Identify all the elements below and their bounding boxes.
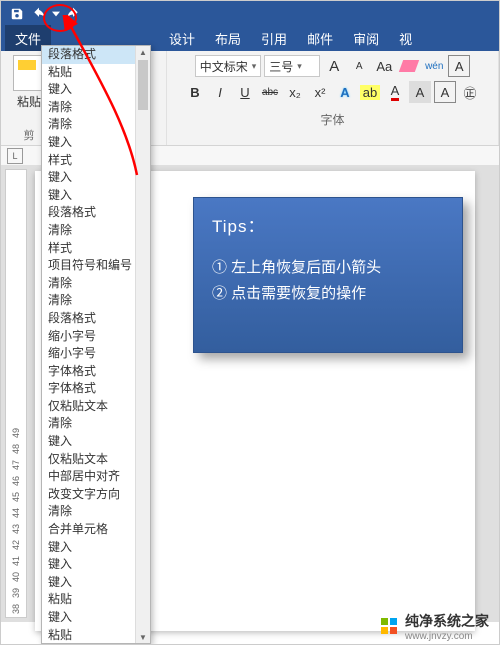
undo-history-item[interactable]: 粘贴 [42,64,135,82]
undo-history-item[interactable]: 清除 [42,275,135,293]
undo-history-item[interactable]: 段落格式 [42,46,135,64]
watermark: 纯净系统之家 www.jnvzy.com [381,611,489,642]
undo-history-item[interactable]: 粘贴 [42,591,135,609]
shrink-font-button[interactable]: A [348,55,370,77]
undo-history-item[interactable]: 样式 [42,152,135,170]
undo-history-item[interactable]: 键入 [42,187,135,205]
dropdown-scrollbar[interactable]: ▲ ▼ [135,46,150,643]
undo-history-item[interactable]: 缩小字号 [42,328,135,346]
change-case-button[interactable]: Aa [373,55,395,77]
tab-layout[interactable]: 布局 [205,25,251,51]
strike-button[interactable]: abc [259,81,281,103]
tips-title: Tips： [212,212,444,237]
tab-view[interactable]: 视 [389,25,422,51]
ruler-tick: 44 [11,508,21,518]
tab-design[interactable]: 设计 [159,25,205,51]
tips-line-1: ① 左上角恢复后面小箭头 [212,255,444,281]
ruler-tick: 40 [11,572,21,582]
undo-history-item[interactable]: 字体格式 [42,363,135,381]
underline-button[interactable]: U [234,81,256,103]
superscript-button[interactable]: x² [309,81,331,103]
quick-access-toolbar [1,1,499,27]
char-border2-button[interactable]: A [434,81,456,103]
undo-history-item[interactable]: 清除 [42,292,135,310]
italic-button[interactable]: I [209,81,231,103]
phonetic-guide-button[interactable]: wén [423,55,445,77]
font-group-label: 字体 [320,111,344,128]
undo-dropdown-arrow[interactable] [51,4,61,24]
grow-font-button[interactable]: A [323,55,345,77]
undo-split-button[interactable] [29,4,49,24]
undo-history-item[interactable]: 中部居中对齐 [42,468,135,486]
undo-history-item[interactable]: 合并单元格 [42,521,135,539]
redo-button[interactable] [63,4,83,24]
undo-history-item[interactable]: 粘贴 [42,627,135,643]
text-effects-button[interactable]: A [334,81,356,103]
ruler-tick: 39 [11,588,21,598]
undo-history-item[interactable]: 清除 [42,116,135,134]
eraser-icon [399,60,419,72]
undo-history-item[interactable]: 清除 [42,503,135,521]
undo-history-item[interactable]: 键入 [42,134,135,152]
undo-history-item[interactable]: 键入 [42,609,135,627]
scroll-up-arrow[interactable]: ▲ [136,46,150,58]
undo-history-item[interactable]: 键入 [42,556,135,574]
undo-history-item[interactable]: 键入 [42,433,135,451]
undo-history-item[interactable]: 清除 [42,222,135,240]
undo-history-item[interactable]: 清除 [42,415,135,433]
undo-history-item[interactable]: 键入 [42,169,135,187]
ruler-tick: 45 [11,492,21,502]
ruler-tick: 38 [11,604,21,614]
scroll-thumb[interactable] [138,60,148,110]
ruler-tick: 42 [11,540,21,550]
undo-history-item[interactable]: 键入 [42,574,135,592]
watermark-name: 纯净系统之家 [405,611,489,631]
font-size-combo[interactable]: 三号▾ [264,55,320,77]
undo-history-item[interactable]: 样式 [42,240,135,258]
tab-mailings[interactable]: 邮件 [297,25,343,51]
undo-history-item[interactable]: 清除 [42,99,135,117]
navigation-pane-icon[interactable]: L [7,148,23,164]
undo-history-item[interactable]: 改变文字方向 [42,486,135,504]
undo-history-item[interactable]: 键入 [42,539,135,557]
tips-callout: Tips： ① 左上角恢复后面小箭头 ② 点击需要恢复的操作 [193,197,463,353]
char-shading-button[interactable]: A [409,81,431,103]
ruler-tick: 46 [11,476,21,486]
clipboard-group-label: 剪 [24,127,35,143]
tips-line-2: ② 点击需要恢复的操作 [212,281,444,307]
watermark-logo-icon [381,618,399,636]
font-group: 中文标宋▾ 三号▾ A A Aa wén A B I U abc x₂ x² A… [167,51,499,145]
undo-history-item[interactable]: 项目符号和编号 [42,257,135,275]
undo-history-dropdown: 段落格式粘贴键入清除清除键入样式键入键入段落格式清除样式项目符号和编号清除清除段… [41,45,151,644]
ruler-tick: 47 [11,460,21,470]
undo-history-item[interactable]: 字体格式 [42,380,135,398]
clear-format-button[interactable] [398,55,420,77]
scroll-down-arrow[interactable]: ▼ [136,631,150,643]
enclose-char-button[interactable]: ㊣ [459,81,481,103]
undo-history-item[interactable]: 仅粘贴文本 [42,451,135,469]
ruler-tick: 49 [11,428,21,438]
undo-history-item[interactable]: 段落格式 [42,204,135,222]
highlight-button[interactable]: ab [359,81,381,103]
tab-references[interactable]: 引用 [251,25,297,51]
vertical-ruler: 38 39 40 41 42 43 44 45 46 47 48 49 [5,169,27,618]
undo-history-item[interactable]: 键入 [42,81,135,99]
save-button[interactable] [7,4,27,24]
tab-review[interactable]: 审阅 [343,25,389,51]
paste-label: 粘贴 [17,93,41,110]
undo-history-item[interactable]: 缩小字号 [42,345,135,363]
bold-button[interactable]: B [184,81,206,103]
char-border-button[interactable]: A [448,55,470,77]
font-name-combo[interactable]: 中文标宋▾ [195,55,262,77]
ruler-tick: 43 [11,524,21,534]
undo-history-item[interactable]: 段落格式 [42,310,135,328]
ruler-tick: 48 [11,444,21,454]
ruler-tick: 41 [11,556,21,566]
undo-history-item[interactable]: 仅粘贴文本 [42,398,135,416]
font-color-button[interactable]: A [384,81,406,103]
watermark-url: www.jnvzy.com [405,631,489,642]
subscript-button[interactable]: x₂ [284,81,306,103]
